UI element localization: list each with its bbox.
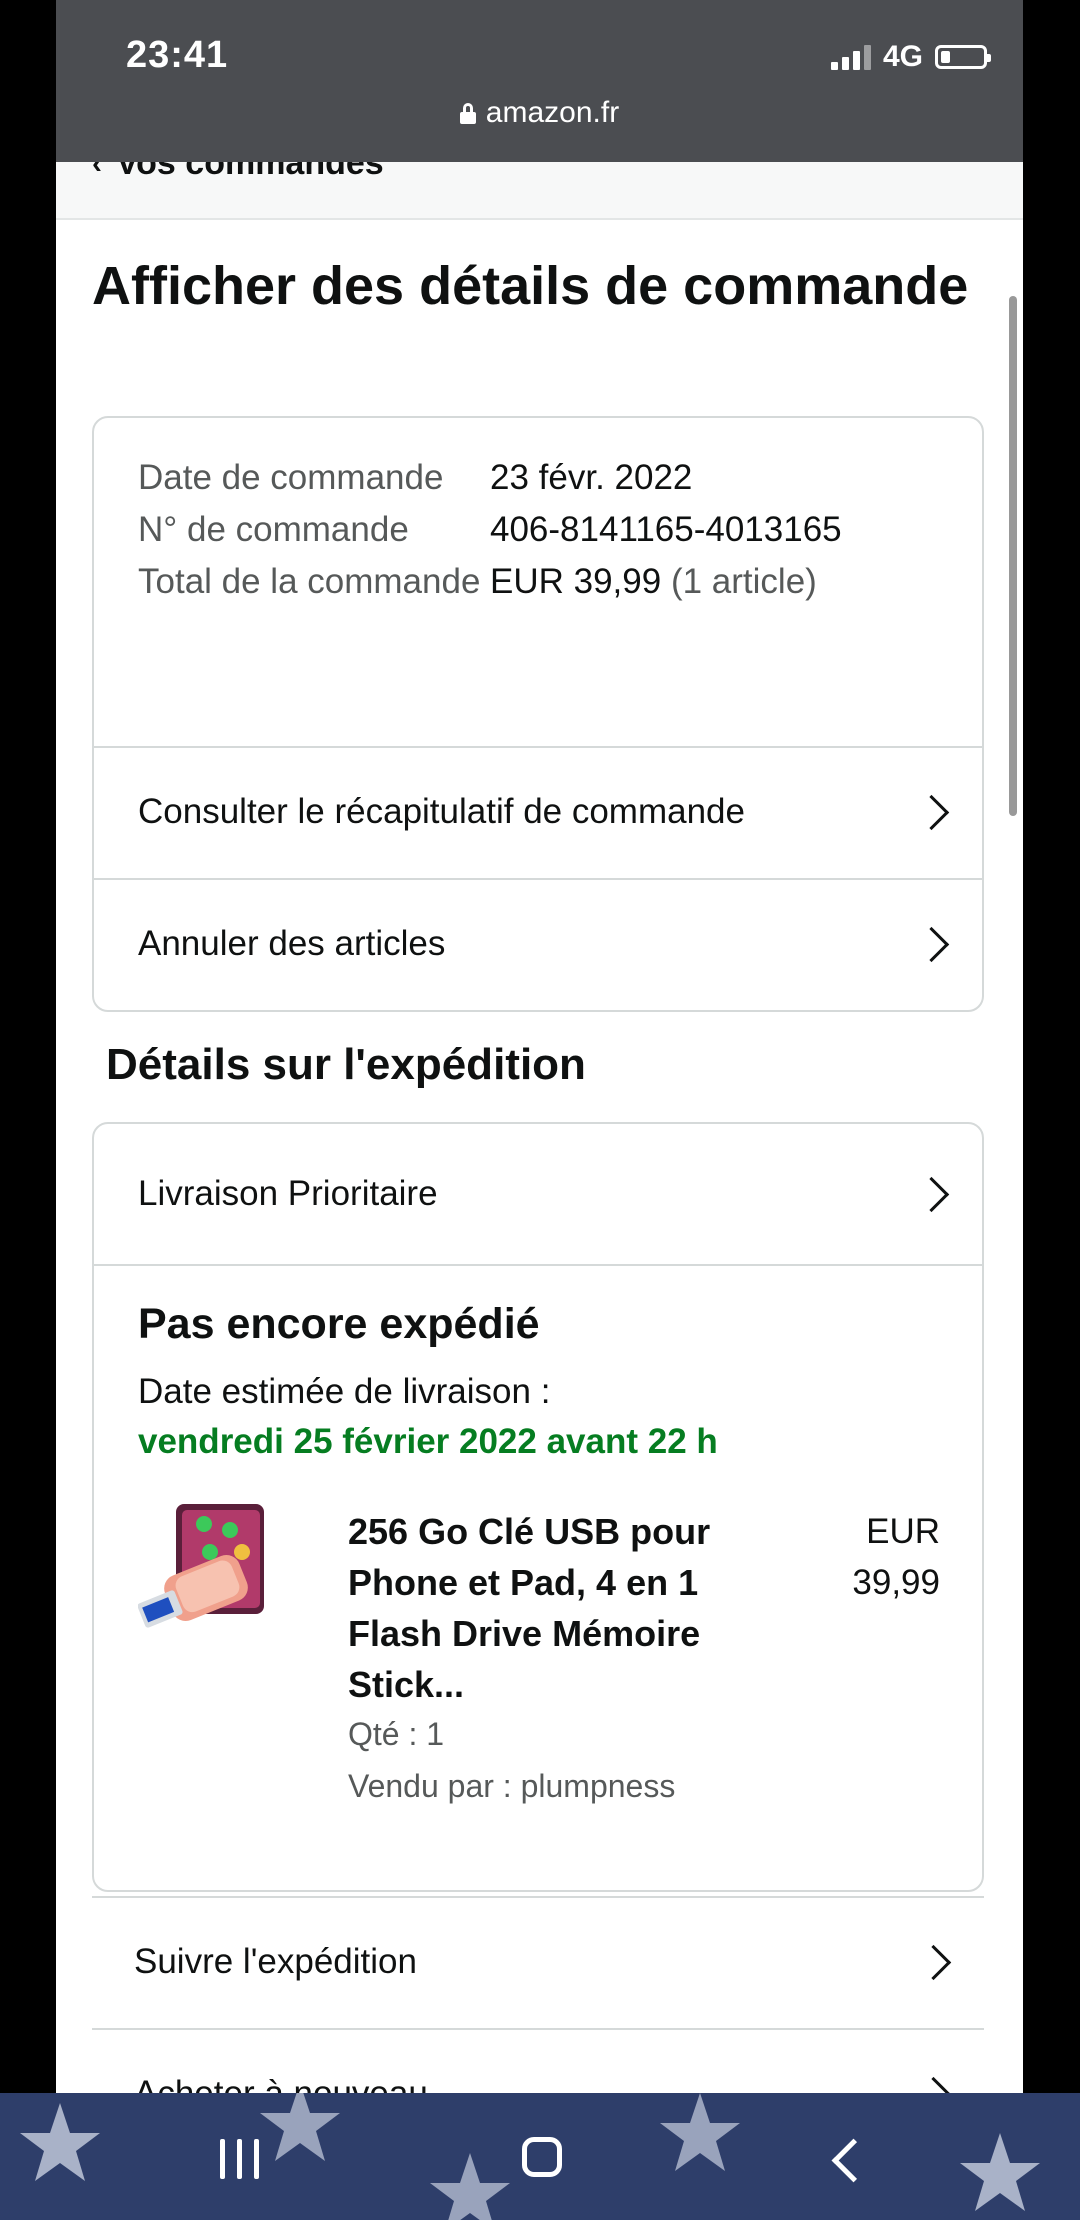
product-currency: EUR	[866, 1512, 940, 1551]
product-seller: Vendu par : plumpness	[348, 1768, 676, 1804]
status-indicators: 4G	[830, 40, 991, 74]
chevron-left-icon: ‹	[92, 162, 102, 180]
breadcrumb-label: Vos commandes	[116, 162, 384, 182]
eta-date: vendredi 25 février 2022 avant 22 h	[138, 1422, 718, 1461]
order-date-label: Date de commande	[138, 458, 444, 497]
scrollbar[interactable]	[1009, 296, 1017, 816]
product-amount: 39,99	[852, 1563, 940, 1602]
network-type: 4G	[882, 40, 923, 73]
shipping-method-link[interactable]: Livraison Prioritaire	[94, 1124, 982, 1266]
battery-icon	[935, 45, 991, 69]
order-total-amount: EUR 39,99	[490, 562, 662, 601]
chevron-right-icon	[913, 794, 950, 830]
cancel-items-label: Annuler des articles	[138, 924, 446, 963]
order-item-count: (1 article)	[670, 562, 817, 601]
url-text: amazon.fr	[485, 96, 620, 129]
system-nav-bar	[0, 2093, 1080, 2220]
order-number-row: N° de commande 406-8141165-4013165	[138, 504, 958, 556]
recent-apps-icon[interactable]	[220, 2139, 259, 2179]
shipment-card: Livraison Prioritaire Pas encore expédié…	[92, 1122, 984, 1892]
order-date-value: 23 févr. 2022	[490, 458, 693, 497]
buy-again-label: Acheter à nouveau	[134, 2074, 428, 2093]
chevron-right-icon	[913, 926, 950, 962]
order-total-label: Total de la commande	[138, 562, 481, 601]
order-recap-label: Consulter le récapitulatif de commande	[138, 792, 745, 831]
home-icon[interactable]	[522, 2137, 562, 2177]
address-bar[interactable]: amazon.fr	[56, 96, 1023, 130]
order-date-row: Date de commande 23 févr. 2022	[138, 452, 958, 504]
cancel-items-link[interactable]: Annuler des articles	[94, 878, 982, 1008]
browser-window: 23:41 4G amazon.fr ‹ Vos commandes Affic…	[56, 0, 1023, 2093]
product-price: EUR 39,99	[820, 1506, 940, 1608]
page-title: Afficher des détails de commande	[92, 256, 969, 316]
breadcrumb-back-link[interactable]: ‹ Vos commandes	[92, 162, 384, 183]
eta-label: Date estimée de livraison :	[138, 1372, 551, 1411]
breadcrumb-bar: ‹ Vos commandes	[56, 162, 1023, 220]
shipping-section-title: Détails sur l'expédition	[106, 1040, 586, 1089]
shipping-method-label: Livraison Prioritaire	[138, 1174, 438, 1213]
product-image[interactable]	[138, 1504, 264, 1654]
product-title-link[interactable]: 256 Go Clé USB pour Phone et Pad, 4 en 1…	[348, 1506, 748, 1710]
chevron-right-icon	[915, 2076, 952, 2093]
status-bar: 23:41 4G amazon.fr	[56, 0, 1023, 162]
order-number-value: 406-8141165-4013165	[490, 510, 842, 549]
product-quantity: Qté : 1	[348, 1716, 445, 1752]
track-shipment-link[interactable]: Suivre l'expédition	[92, 1896, 984, 2026]
order-recap-link[interactable]: Consulter le récapitulatif de commande	[94, 746, 982, 876]
order-summary-card: Date de commande 23 févr. 2022 N° de com…	[92, 416, 984, 1012]
order-total-row: Total de la commande EUR 39,99 (1 articl…	[138, 556, 958, 608]
buy-again-link[interactable]: Acheter à nouveau	[92, 2028, 984, 2093]
order-total-value: EUR 39,99 (1 article)	[490, 556, 817, 608]
order-number-label: N° de commande	[138, 510, 409, 549]
main-content: Afficher des détails de commande Date de…	[56, 220, 1023, 2093]
status-time: 23:41	[126, 34, 229, 76]
shipment-status: Pas encore expédié	[138, 1300, 540, 1348]
lock-icon	[459, 103, 476, 124]
signal-icon	[830, 44, 871, 70]
order-info: Date de commande 23 févr. 2022 N° de com…	[138, 452, 958, 608]
chevron-right-icon	[915, 1944, 952, 1980]
track-shipment-label: Suivre l'expédition	[134, 1942, 417, 1981]
chevron-right-icon	[913, 1176, 950, 1212]
